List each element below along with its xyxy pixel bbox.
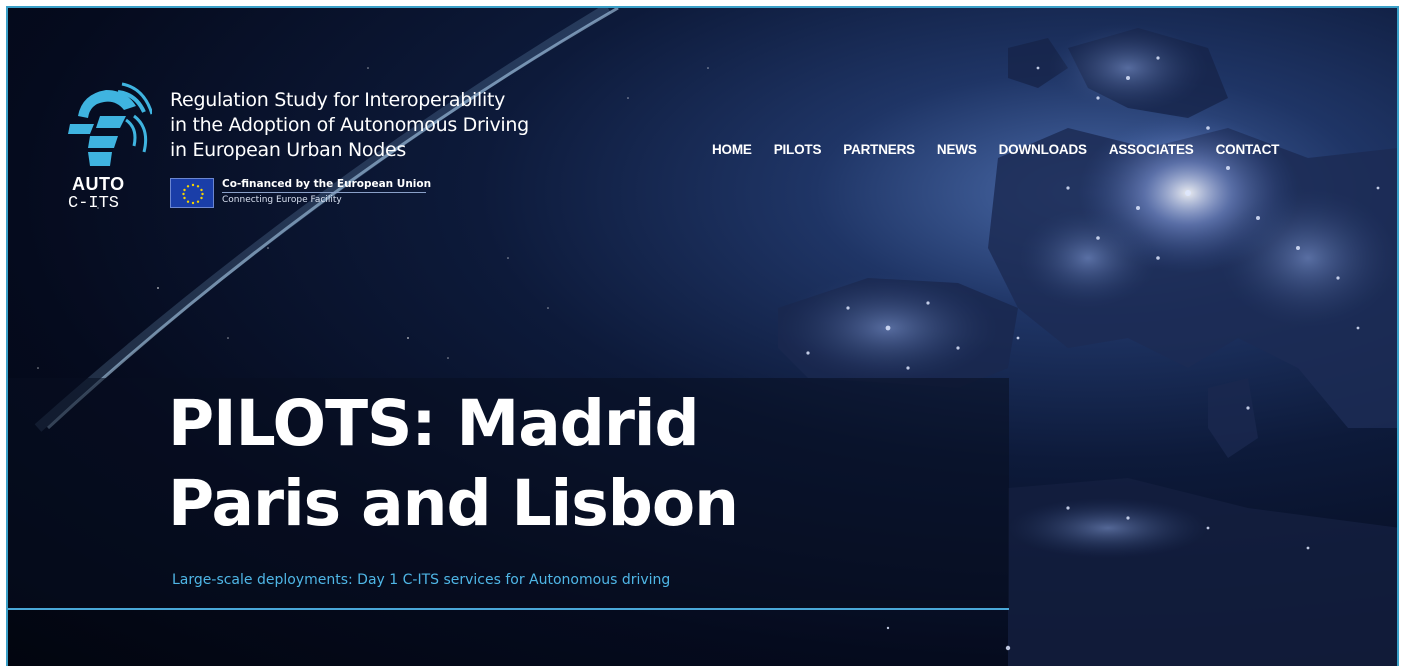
- eu-divider: [222, 192, 426, 193]
- auto-cits-logo[interactable]: AUTO C-ITS: [60, 76, 152, 226]
- hero-title-line-1: PILOTS: Madrid: [168, 387, 700, 460]
- logo-head-icon: [68, 82, 152, 166]
- hero-banner: AUTO C-ITS Regulation Study for Interope…: [6, 6, 1399, 666]
- hero-title: PILOTS: Madrid Paris and Lisbon: [168, 384, 739, 544]
- nav-contact[interactable]: CONTACT: [1216, 142, 1280, 157]
- hero-title-line-2: Paris and Lisbon: [168, 467, 739, 540]
- nav-pilots[interactable]: PILOTS: [774, 142, 822, 157]
- nav-news[interactable]: NEWS: [937, 142, 977, 157]
- nav-home[interactable]: HOME: [712, 142, 752, 157]
- nav-partners[interactable]: PARTNERS: [843, 142, 915, 157]
- main-nav: HOME PILOTS PARTNERS NEWS DOWNLOADS ASSO…: [712, 142, 1301, 157]
- tagline-line-1: Regulation Study for Interoperability: [170, 89, 506, 111]
- tagline-line-3: in European Urban Nodes: [170, 139, 406, 161]
- tagline-line-2: in the Adoption of Autonomous Driving: [170, 114, 529, 136]
- logo-text-cits: C-ITS: [68, 194, 120, 213]
- eu-cofinanced-text: Co-financed by the European Union: [222, 178, 432, 190]
- nav-associates[interactable]: ASSOCIATES: [1109, 142, 1194, 157]
- eu-cef-text: Connecting Europe Facility: [222, 195, 342, 205]
- nav-downloads[interactable]: DOWNLOADS: [999, 142, 1087, 157]
- eu-flag-icon: [170, 178, 214, 208]
- hero-subtitle: Large-scale deployments: Day 1 C-ITS ser…: [172, 572, 671, 588]
- site-tagline: Regulation Study for Interoperability in…: [170, 88, 529, 163]
- hero-caption-box: PILOTS: Madrid Paris and Lisbon Large-sc…: [8, 378, 1009, 610]
- logo-text-auto: AUTO: [72, 174, 125, 194]
